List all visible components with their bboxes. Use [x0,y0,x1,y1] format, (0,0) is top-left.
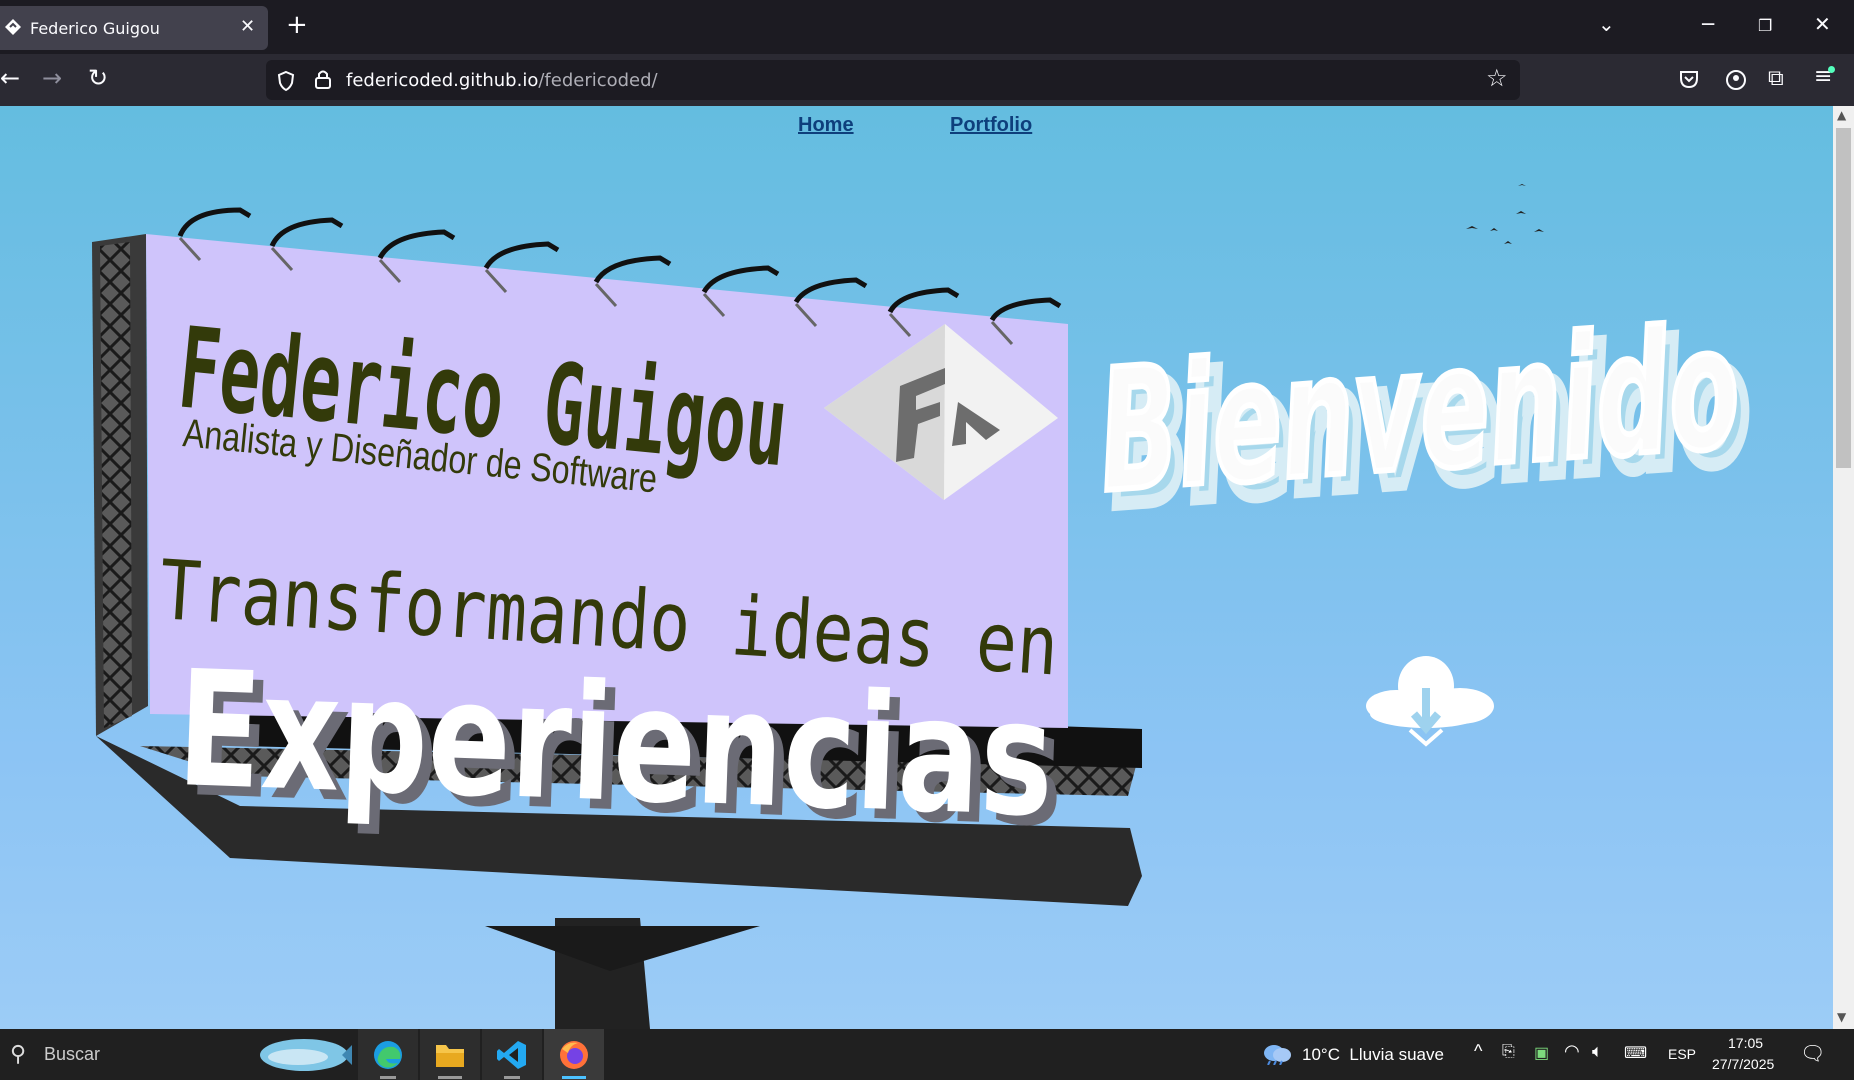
clock-date[interactable]: 27/7/2025 [1712,1056,1774,1072]
navigation-toolbar: ← → ↻ federicoded.github.io/federicoded/… [0,54,1854,106]
restore-icon[interactable]: ❐ [1758,16,1772,35]
back-icon[interactable]: ← [0,64,20,92]
close-window-icon[interactable]: ✕ [1814,12,1831,36]
scrollbar-thumb[interactable] [1836,128,1851,468]
weather-rain-cloud-icon[interactable] [1262,1043,1292,1065]
address-bar[interactable]: federicoded.github.io/federicoded/ ☆ [266,60,1520,100]
tracking-shield-icon[interactable] [276,70,296,92]
weather-text[interactable]: 10°C Lluvia suave [1302,1045,1444,1065]
birds-icon [1466,184,1544,244]
taskbar-app-vscode[interactable] [482,1029,542,1080]
list-all-tabs-icon[interactable]: ⌄ [1598,12,1615,36]
keyboard-icon[interactable]: ⌨ [1624,1043,1647,1063]
tab-close-icon[interactable]: ✕ [240,16,255,37]
forward-icon[interactable]: → [42,64,62,92]
taskbar-app-edge[interactable] [358,1029,418,1080]
tab-title: Federico Guigou [30,19,160,38]
security-icon[interactable]: ▣ [1534,1043,1549,1063]
bookmark-star-icon[interactable]: ☆ [1486,64,1508,92]
site-favicon-icon [5,19,21,35]
taskbar-app-explorer[interactable] [420,1029,480,1080]
wifi-icon[interactable]: ◠ [1564,1041,1580,1062]
file-explorer-icon [436,1045,464,1067]
web-page: Home Portfolio Federico Guigou Analista … [0,106,1833,1029]
scroll-down-cloud-icon[interactable] [1356,652,1498,756]
windows-taskbar: ⚲ Buscar 10°C Lluvia suave ^ ⎘ ▣ ◠ 🔈︎ ⌨ … [0,1029,1854,1080]
volume-icon[interactable]: 🔈︎ [1592,1041,1603,1062]
tab-active[interactable]: Federico Guigou ✕ [0,6,268,50]
new-tab-icon[interactable]: + [286,12,308,38]
vscode-icon [497,1041,526,1069]
clock-time[interactable]: 17:05 [1728,1035,1763,1051]
reload-icon[interactable]: ↻ [88,64,108,92]
url-path: /federicoded/ [538,70,658,91]
menu-notification-dot [1828,66,1835,73]
edge-browser-icon [374,1041,402,1069]
minimize-icon[interactable]: ─ [1702,12,1714,36]
active-indicator [562,1076,586,1079]
running-indicator [380,1076,396,1079]
search-icon[interactable]: ⚲ [10,1041,26,1067]
search-highlight-icon[interactable] [258,1033,352,1077]
scroll-down-arrow-icon[interactable]: ▼ [1837,1010,1846,1024]
hero-illustration: Federico Guigou Analista y Diseñador de … [92,184,1762,1029]
url-text[interactable]: federicoded.github.io/federicoded/ [346,70,658,91]
page-scrollbar[interactable]: ▲ ▼ [1833,106,1854,1029]
running-indicator [438,1076,462,1079]
firefox-icon [560,1041,588,1069]
taskbar-search-box[interactable]: Buscar [44,1044,100,1065]
running-indicator [504,1076,520,1079]
account-icon[interactable] [1724,68,1748,92]
notifications-icon[interactable]: 🗨︎ [1800,1041,1825,1066]
input-language[interactable]: ESP [1668,1046,1696,1062]
network-drive-icon[interactable]: ⎘ [1502,1043,1515,1061]
tab-strip: Federico Guigou ✕ + ⌄ ─ ❐ ✕ [0,0,1854,54]
extensions-icon[interactable]: ⧉ [1768,66,1784,91]
pocket-icon[interactable] [1678,68,1700,90]
taskbar-app-firefox[interactable] [544,1029,604,1080]
scroll-up-arrow-icon[interactable]: ▲ [1837,108,1846,122]
billboard-highlight: Experiencias [175,635,1057,852]
lock-icon[interactable] [314,68,332,90]
show-hidden-icons-chevron-icon[interactable]: ^ [1474,1041,1482,1062]
url-domain: federicoded.github.io [346,70,539,91]
